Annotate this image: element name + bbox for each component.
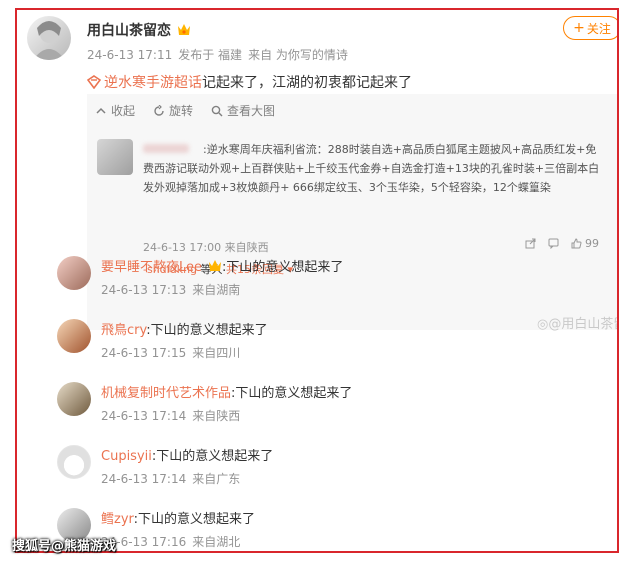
repost-text-body: :逆水寒周年庆福利省流：288时装自选+高品质白狐尾主题披风+高品质红发+免费西… [143,143,600,194]
comment-location: 来自四川 [192,346,241,360]
comment-avatar[interactable] [57,256,91,290]
source-watermark: 搜狐号@熊猫游戏 [12,539,117,554]
post-text: 逆水寒手游超话记起来了，江湖的初衷都记起来了 [87,72,412,92]
comment-username[interactable]: 要早睡不熬夜Lee [101,260,202,275]
comment-meta: 24-6-13 17:14 来自陕西 [101,407,246,424]
comment-line: 鳕zyr:下山的意义想起来了 [101,508,255,527]
collapse-label: 收起 [111,104,136,118]
comment-text: :下山的意义想起来了 [222,260,344,275]
super-topic-icon [87,75,101,89]
vip-crown-icon [178,24,190,35]
follow-label: 关注 [586,21,611,36]
magnifier-icon [211,105,223,116]
view-large-button[interactable]: 查看大图 [211,102,275,119]
rotate-button[interactable]: 旋转 [153,102,193,119]
comment-line: 飛鳥cry:下山的意义想起来了 [101,319,268,338]
thumbs-up-icon [571,238,582,249]
comment-username[interactable]: 飛鳥cry [101,323,146,338]
repost-actions: 99 [525,237,599,250]
comment-username[interactable]: 机械复制时代艺术作品 [101,386,231,401]
rotate-icon [154,104,164,116]
topic-link[interactable]: 逆水寒手游超话 [104,75,202,91]
follow-button[interactable]: + 关注 [563,16,617,40]
repost-location: 来自陕西 [224,241,269,254]
comment-meta: 24-6-13 17:16 来自湖北 [101,533,246,550]
view-large-label: 查看大图 [227,104,276,118]
like-count: 99 [585,237,599,250]
repost-meta: 24-6-13 17:00 来自陕西 [143,239,269,255]
comment-text: :下山的意义想起来了 [133,512,256,527]
comment-meta: 24-6-13 17:13 来自湖南 [101,281,246,298]
repost-time: 24-6-13 17:00 [143,241,222,254]
comment-line: Cupisyii:下山的意义想起来了 [101,445,273,464]
comment-item: 鳕zyr:下山的意义想起来了 24-6-13 17:16 来自湖北 [57,508,617,551]
comment-avatar[interactable] [57,319,91,353]
post-time[interactable]: 24-6-13 17:11 [87,48,172,62]
comment-location: 来自陕西 [192,409,241,423]
post-username-text[interactable]: 用白山茶留恋 [87,23,171,39]
repost-text: :逆水寒周年庆福利省流：288时装自选+高品质白狐尾主题披风+高品质红发+免费西… [143,140,603,197]
comment-time: 24-6-13 17:14 [101,409,187,423]
rotate-label: 旋转 [169,104,194,118]
collapse-button[interactable]: 收起 [95,102,135,119]
comment-location: 来自湖南 [192,283,241,297]
comment-line: 机械复制时代艺术作品:下山的意义想起来了 [101,382,352,401]
comment-item: 飛鳥cry:下山的意义想起来了 24-6-13 17:15 来自四川 [57,319,617,379]
post-body: 记起来了，江湖的初衷都记起来了 [202,75,412,91]
comment-text: :下山的意义想起来了 [231,386,353,401]
comment-time: 24-6-13 17:14 [101,472,187,486]
comment-avatar[interactable] [57,445,91,479]
comment-item: 要早睡不熬夜Lee :下山的意义想起来了 24-6-13 17:13 来自湖南 [57,256,617,316]
plus-icon: + [573,20,585,36]
comment-meta: 24-6-13 17:15 来自四川 [101,344,246,361]
post-source: 来自 为你写的情诗 [248,48,348,62]
comment-meta: 24-6-13 17:14 来自广东 [101,470,246,487]
post-meta: 24-6-13 17:11 发布于 福建 来自 为你写的情诗 [87,46,354,63]
repost-avatar [97,139,133,175]
comment-item: Cupisyii:下山的意义想起来了 24-6-13 17:14 来自广东 [57,445,617,505]
vip-crown-icon [209,260,222,271]
comment-username[interactable]: Cupisyii [101,449,152,464]
comment-line: 要早睡不熬夜Lee :下山的意义想起来了 [101,256,343,275]
weibo-post-frame: 用白山茶留恋 24-6-13 17:11 发布于 福建 来自 为你写的情诗 + 关注 … [15,8,619,553]
comment-time: 24-6-13 17:15 [101,346,187,360]
comment-item: 机械复制时代艺术作品:下山的意义想起来了 24-6-13 17:14 来自陕西 [57,382,617,442]
share-icon[interactable] [525,238,536,249]
comment-time: 24-6-13 17:13 [101,283,187,297]
comment-location: 来自湖北 [192,535,241,549]
comment-text: :下山的意义想起来了 [151,449,274,464]
comment-avatar[interactable] [57,382,91,416]
image-toolbar: 收起 旋转 查看大图 [95,102,275,119]
like-button[interactable]: 99 [571,237,599,250]
post-username[interactable]: 用白山茶留恋 [87,20,191,40]
comment-location: 来自广东 [192,472,241,486]
post-avatar[interactable] [27,16,71,60]
comment-username[interactable]: 鳕zyr [101,512,134,527]
blurred-username [143,140,203,159]
collapse-icon [96,107,106,114]
comment-icon[interactable] [548,238,559,249]
comment-text: :下山的意义想起来了 [146,323,268,338]
post-location: 发布于 福建 [178,48,243,62]
